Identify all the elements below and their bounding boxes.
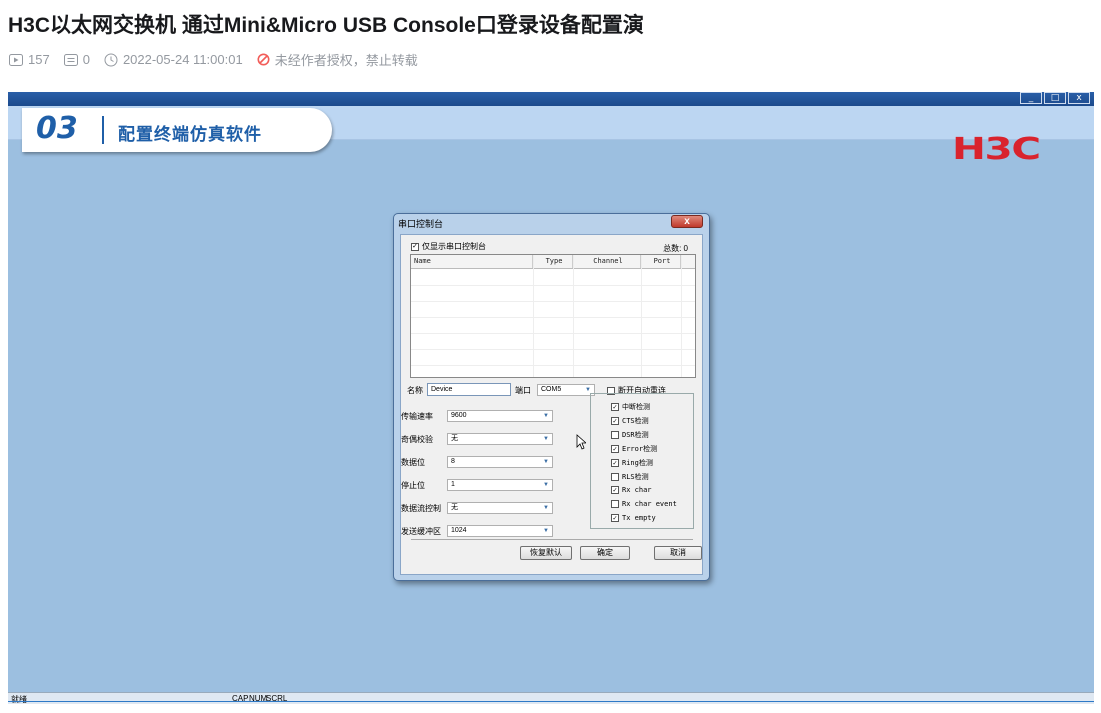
total-count: 总数: 0 [663,244,688,253]
name-input[interactable]: Device [427,383,511,396]
app-statusbar: 就绪 CAP NUM SCRL [8,692,1094,704]
dropdown-arrow-icon: ▼ [543,459,549,465]
detection-options-group: ✓ 中断检测 ✓ CTS检测 DSR检测 ✓ Error检测 ✓ Ring检测 RLS检… [590,393,694,529]
baud-rate-select[interactable]: 9600 ▼ [447,410,553,422]
data-bits-select[interactable]: 8 ▼ [447,456,553,468]
grid-line [411,349,695,350]
send-buffer-select[interactable]: 1024 ▼ [447,525,553,537]
parity-select[interactable]: 无 ▼ [447,433,553,445]
option-checkbox[interactable]: ✓ Error检测 [611,444,657,454]
console-table[interactable]: Name Type Channel Port [410,254,696,378]
dropdown-arrow-icon: ▼ [543,505,549,511]
publish-time: 2022-05-24 11:00:01 [104,52,243,67]
flow-control-label: 数据流控制 [401,504,441,513]
checkbox-icon: ✓ [411,242,419,251]
grid-line [573,255,574,377]
dialog-title: 串口控制台 [398,219,444,229]
serial-console-dialog: 串口控制台 x ✓ 仅显示串口控制台 总数: 0 Name Type Channe… [393,213,710,581]
grid-line [411,333,695,334]
checkbox-icon: ✓ [611,459,619,467]
step-number: 03 [36,111,78,146]
step-banner: 03 配置终端仿真软件 [8,106,1094,152]
column-header[interactable]: Type [533,255,573,268]
grid-line [681,255,682,377]
option-checkbox[interactable]: DSR检测 [611,430,649,440]
option-checkbox[interactable]: ✓ CTS检测 [611,416,649,426]
option-checkbox[interactable]: Rx char event [611,500,677,508]
column-header[interactable]: Channel [573,255,641,268]
status-ready: 就绪 [11,695,27,704]
option-checkbox[interactable]: RLS检测 [611,472,649,482]
close-window-button[interactable]: x [1068,92,1090,104]
clock-icon [104,53,118,66]
option-checkbox[interactable]: ✓ Tx empty [611,514,656,522]
parity-label: 奇偶校验 [401,435,433,444]
minimize-button[interactable]: _ [1020,92,1042,104]
copyright-notice: 未经作者授权，禁止转载 [257,50,418,69]
port-select[interactable]: COM5 ▼ [537,384,595,396]
comment-icon [63,53,78,66]
checkbox-icon: ✓ [611,445,619,453]
send-buffer-label: 发送缓冲区 [401,527,441,536]
option-checkbox[interactable]: ✓ Rx char [611,486,652,494]
comment-count: 0 [63,52,90,67]
dialog-close-button[interactable]: x [671,215,703,228]
maximize-button[interactable]: □ [1044,92,1066,104]
view-count: 157 [9,52,50,67]
show-only-checkbox[interactable]: ✓ 仅显示串口控制台 [411,241,486,252]
port-label: 端口 [515,386,531,395]
checkbox-icon: ✓ [611,486,619,494]
page-title: H3C以太网交换机 通过Mini&Micro USB Console口登录设备配… [8,14,644,37]
table-header: Name Type Channel Port [411,255,695,269]
divider [411,539,693,540]
checkbox-icon [611,431,619,439]
baud-rate-label: 传输速率 [401,412,433,421]
ok-button[interactable]: 确定 [580,546,630,560]
grid-line [411,365,695,366]
stop-bits-label: 停止位 [401,481,425,490]
grid-line [411,285,695,286]
column-header[interactable]: Port [641,255,681,268]
grid-line [641,255,642,377]
forbidden-icon [257,53,270,66]
mouse-cursor-icon [576,434,586,450]
play-icon [9,53,23,66]
dropdown-arrow-icon: ▼ [543,528,549,534]
video-player[interactable]: _ □ x 03 配置终端仿真软件 H3C 串口控制台 x ✓ 仅显示串口控制台 … [8,92,1094,704]
grid-line [411,301,695,302]
cancel-button[interactable]: 取消 [654,546,702,560]
option-checkbox[interactable]: ✓ Ring检测 [611,458,653,468]
dropdown-arrow-icon: ▼ [543,482,549,488]
restore-defaults-button[interactable]: 恢复默认 [520,546,572,560]
checkbox-icon [611,500,619,508]
data-bits-label: 数据位 [401,458,425,467]
stop-bits-select[interactable]: 1 ▼ [447,479,553,491]
column-header[interactable]: Name [411,255,533,268]
dropdown-arrow-icon: ▼ [543,413,549,419]
step-pill: 03 配置终端仿真软件 [22,108,332,152]
dropdown-arrow-icon: ▼ [543,436,549,442]
checkbox-icon: ✓ [611,514,619,522]
grid-line [533,255,534,377]
video-progress-bar[interactable] [8,701,1094,702]
checkbox-icon: ✓ [611,417,619,425]
checkbox-icon [611,473,619,481]
name-label: 名称 [407,386,423,395]
step-title: 配置终端仿真软件 [118,125,262,144]
h3c-logo: H3C [952,132,1041,167]
article-meta: 157 0 2022-05-24 11:00:01 未经作者授权，禁止转载 [9,50,418,69]
option-checkbox[interactable]: ✓ 中断检测 [611,402,650,412]
app-titlebar: _ □ x [8,92,1094,106]
grid-line [411,317,695,318]
flow-control-select[interactable]: 无 ▼ [447,502,553,514]
dialog-body: ✓仅显示串口控制台 总数: 0 Name Type Channel Port [400,234,703,575]
checkbox-icon: ✓ [611,403,619,411]
step-divider [102,116,104,144]
window-buttons: _ □ x [1018,92,1090,105]
